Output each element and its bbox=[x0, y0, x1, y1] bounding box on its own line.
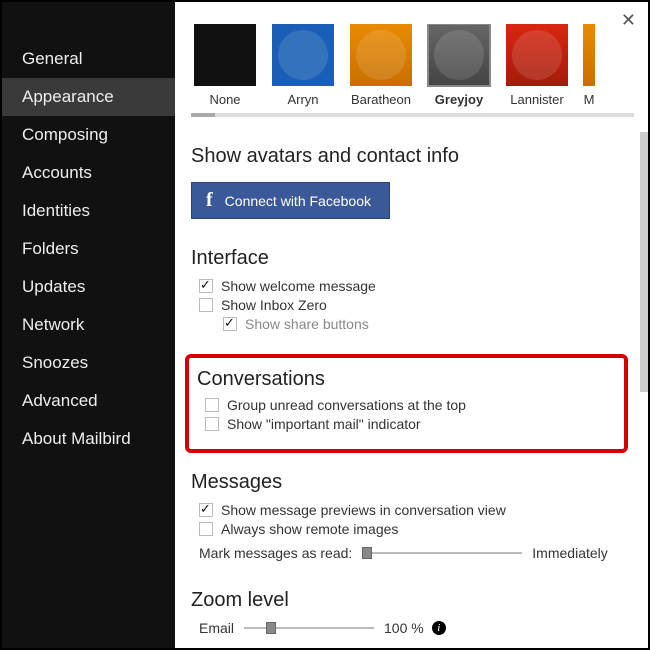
theme-greyjoy[interactable]: Greyjoy bbox=[425, 24, 493, 107]
mark-read-slider[interactable] bbox=[362, 545, 522, 561]
mark-read-label: Mark messages as read: bbox=[199, 545, 352, 561]
sidebar-item-appearance[interactable]: Appearance bbox=[2, 78, 175, 116]
mark-read-row: Mark messages as read: Immediately bbox=[199, 545, 634, 561]
checkbox-label: Always show remote images bbox=[221, 521, 398, 537]
sidebar-item-general[interactable]: General bbox=[2, 40, 175, 78]
checkbox-label: Show welcome message bbox=[221, 278, 376, 294]
zoom-section: Zoom level Email 100 % i bbox=[191, 589, 634, 636]
fb-button-label: Connect with Facebook bbox=[225, 193, 371, 209]
checkbox-show-inbox-zero[interactable]: Show Inbox Zero bbox=[199, 297, 634, 313]
theme-label: M bbox=[581, 92, 597, 107]
vertical-scrollbar[interactable] bbox=[640, 132, 648, 648]
checkbox-important-indicator[interactable]: Show "important mail" indicator bbox=[205, 416, 616, 432]
interface-section: Interface Show welcome message Show Inbo… bbox=[191, 247, 634, 332]
facebook-icon: f bbox=[206, 189, 213, 212]
checkbox-box bbox=[205, 417, 219, 431]
theme-label: Baratheon bbox=[347, 92, 415, 107]
scrollbar-thumb[interactable] bbox=[640, 132, 648, 392]
settings-main: ✕ None Arryn Baratheon Greyjoy bbox=[175, 2, 648, 648]
theme-arryn[interactable]: Arryn bbox=[269, 24, 337, 107]
theme-scrollbar[interactable] bbox=[191, 113, 634, 117]
checkbox-show-welcome[interactable]: Show welcome message bbox=[199, 278, 634, 294]
settings-sidebar: General Appearance Composing Accounts Id… bbox=[2, 2, 175, 648]
interface-title: Interface bbox=[191, 247, 634, 270]
slider-track bbox=[362, 552, 522, 554]
info-icon[interactable]: i bbox=[432, 621, 446, 635]
slider-thumb[interactable] bbox=[362, 547, 372, 559]
checkbox-message-previews[interactable]: Show message previews in conversation vi… bbox=[199, 502, 634, 518]
checkbox-box bbox=[199, 522, 213, 536]
checkbox-label: Show Inbox Zero bbox=[221, 297, 327, 313]
zoom-email-value: 100 % bbox=[384, 620, 424, 636]
theme-swatch bbox=[194, 24, 256, 86]
theme-lannister[interactable]: Lannister bbox=[503, 24, 571, 107]
avatars-section: Show avatars and contact info f Connect … bbox=[191, 145, 634, 219]
theme-swatch bbox=[506, 24, 568, 86]
checkbox-remote-images[interactable]: Always show remote images bbox=[199, 521, 634, 537]
theme-next[interactable]: M bbox=[581, 24, 597, 107]
theme-baratheon[interactable]: Baratheon bbox=[347, 24, 415, 107]
theme-swatch bbox=[428, 24, 490, 86]
content-scroll: None Arryn Baratheon Greyjoy Lannister bbox=[175, 24, 648, 636]
checkbox-box bbox=[205, 398, 219, 412]
sidebar-item-advanced[interactable]: Advanced bbox=[2, 382, 175, 420]
theme-swatch bbox=[350, 24, 412, 86]
avatars-title: Show avatars and contact info bbox=[191, 145, 634, 168]
checkbox-label: Group unread conversations at the top bbox=[227, 397, 466, 413]
sidebar-item-snoozes[interactable]: Snoozes bbox=[2, 344, 175, 382]
theme-list: None Arryn Baratheon Greyjoy Lannister bbox=[191, 24, 634, 107]
theme-swatch bbox=[583, 24, 595, 86]
zoom-email-label: Email bbox=[199, 620, 234, 636]
zoom-title: Zoom level bbox=[191, 589, 634, 612]
sidebar-item-folders[interactable]: Folders bbox=[2, 230, 175, 268]
theme-swatch bbox=[272, 24, 334, 86]
zoom-email-slider[interactable] bbox=[244, 620, 374, 636]
zoom-email-row: Email 100 % i bbox=[199, 620, 634, 636]
sidebar-item-about[interactable]: About Mailbird bbox=[2, 420, 175, 458]
sidebar-item-composing[interactable]: Composing bbox=[2, 116, 175, 154]
slider-track bbox=[244, 627, 374, 629]
sidebar-item-network[interactable]: Network bbox=[2, 306, 175, 344]
connect-facebook-button[interactable]: f Connect with Facebook bbox=[191, 182, 390, 219]
sidebar-item-accounts[interactable]: Accounts bbox=[2, 154, 175, 192]
conversations-title: Conversations bbox=[197, 368, 616, 391]
checkbox-label: Show "important mail" indicator bbox=[227, 416, 421, 432]
mark-read-value: Immediately bbox=[532, 545, 607, 561]
theme-label: Lannister bbox=[503, 92, 571, 107]
sidebar-item-updates[interactable]: Updates bbox=[2, 268, 175, 306]
conversations-section: Conversations Group unread conversations… bbox=[185, 354, 628, 453]
checkbox-box bbox=[199, 298, 213, 312]
theme-label: Arryn bbox=[269, 92, 337, 107]
checkbox-box bbox=[199, 279, 213, 293]
sidebar-item-identities[interactable]: Identities bbox=[2, 192, 175, 230]
checkbox-label: Show message previews in conversation vi… bbox=[221, 502, 506, 518]
slider-thumb[interactable] bbox=[266, 622, 276, 634]
checkbox-group-unread[interactable]: Group unread conversations at the top bbox=[205, 397, 616, 413]
theme-none[interactable]: None bbox=[191, 24, 259, 107]
settings-window: General Appearance Composing Accounts Id… bbox=[2, 2, 648, 648]
checkbox-box bbox=[223, 317, 237, 331]
checkbox-show-share-buttons[interactable]: Show share buttons bbox=[223, 316, 634, 332]
close-icon[interactable]: ✕ bbox=[621, 10, 636, 31]
messages-section: Messages Show message previews in conver… bbox=[191, 471, 634, 561]
theme-label: Greyjoy bbox=[425, 92, 493, 107]
messages-title: Messages bbox=[191, 471, 634, 494]
checkbox-box bbox=[199, 503, 213, 517]
checkbox-label: Show share buttons bbox=[245, 316, 369, 332]
theme-label: None bbox=[191, 92, 259, 107]
